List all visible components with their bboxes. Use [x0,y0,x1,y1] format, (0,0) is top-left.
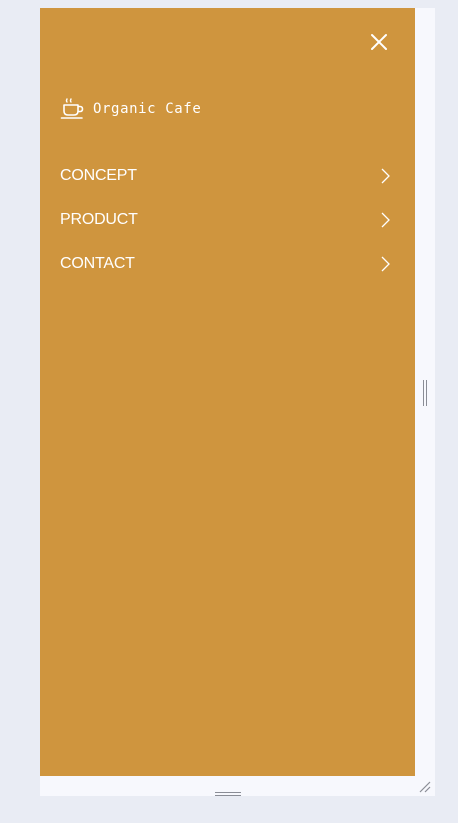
resize-grip-icon [419,781,431,793]
chevron-right-icon [381,256,390,272]
site-logo[interactable]: Organic Cafe [60,97,201,121]
nav-item-label: CONTACT [60,255,135,272]
main-nav: CONCEPT PRODUCT CONTACT [60,154,395,286]
nav-item-concept[interactable]: CONCEPT [60,154,395,198]
horizontal-grip-icon [215,792,241,796]
close-icon [371,34,387,50]
corner-resize-handle[interactable] [418,780,432,794]
nav-item-product[interactable]: PRODUCT [60,198,395,242]
chevron-right-icon [381,168,390,184]
chevron-right-icon [381,212,390,228]
close-button[interactable] [367,30,391,54]
mobile-menu-panel: Organic Cafe CONCEPT PRODUCT CONTACT [40,8,415,776]
height-resize-handle[interactable] [215,784,241,796]
nav-item-label: PRODUCT [60,211,138,228]
coffee-cup-icon [60,98,84,119]
nav-item-contact[interactable]: CONTACT [60,242,395,286]
vertical-grip-icon [423,380,427,406]
nav-item-label: CONCEPT [60,167,137,184]
width-resize-handle[interactable] [422,380,428,406]
logo-text: Organic Cafe [93,101,202,117]
